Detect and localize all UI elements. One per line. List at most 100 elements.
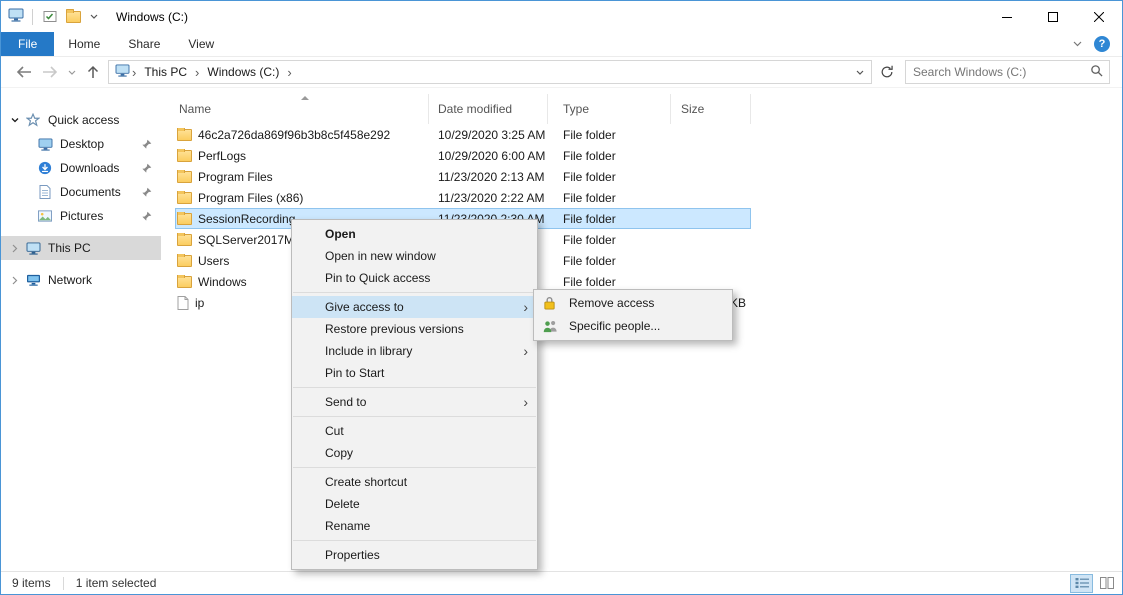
file-row[interactable]: Program Files 11/23/2020 2:13 AM File fo… xyxy=(175,166,751,187)
explorer-window: Windows (C:) File Home Share View ? xyxy=(0,0,1123,595)
menu-item-open-in-new-window[interactable]: Open in new window xyxy=(292,245,537,267)
column-header-size[interactable]: Size xyxy=(671,94,751,124)
breadcrumb-chevron-icon[interactable]: › xyxy=(285,65,293,80)
pin-icon xyxy=(141,211,152,225)
breadcrumb-windows-c[interactable]: Windows (C:) xyxy=(201,61,285,83)
menu-item-send-to[interactable]: Send to › xyxy=(292,391,537,413)
submenu-item-label: Remove access xyxy=(569,296,654,310)
context-menu: Open Open in new window Pin to Quick acc… xyxy=(291,219,538,570)
sidebar-item-label: This PC xyxy=(48,241,91,255)
recent-locations-button[interactable] xyxy=(63,68,81,77)
app-icon xyxy=(8,8,24,25)
menu-item-properties[interactable]: Properties xyxy=(292,544,537,566)
chevron-expanded-icon[interactable] xyxy=(7,116,23,124)
menu-item-pin-to-start[interactable]: Pin to Start xyxy=(292,362,537,384)
large-icons-view-button[interactable] xyxy=(1095,574,1118,593)
up-icon xyxy=(86,65,100,79)
menu-item-give-access-to[interactable]: Give access to › xyxy=(292,296,537,318)
folder-icon xyxy=(177,171,192,183)
menu-item-open[interactable]: Open xyxy=(292,223,537,245)
sidebar-item-label: Quick access xyxy=(48,113,119,127)
maximize-button[interactable] xyxy=(1030,1,1076,32)
menu-item-create-shortcut[interactable]: Create shortcut xyxy=(292,471,537,493)
chevron-collapsed-icon[interactable] xyxy=(7,276,23,285)
qat-new-folder-button[interactable] xyxy=(64,9,83,25)
sidebar-item-downloads[interactable]: Downloads xyxy=(1,156,161,180)
sort-ascending-icon xyxy=(301,96,309,100)
file-type: File folder xyxy=(548,254,671,268)
pin-icon xyxy=(141,163,152,177)
documents-icon xyxy=(35,185,55,199)
tab-home[interactable]: Home xyxy=(54,32,114,56)
menu-separator xyxy=(293,387,536,388)
file-date: 11/23/2020 2:22 AM xyxy=(429,191,548,205)
sidebar-item-label: Desktop xyxy=(60,137,104,151)
tab-share[interactable]: Share xyxy=(114,32,174,56)
sidebar-item-network[interactable]: Network xyxy=(1,268,161,292)
breadcrumb-chevron-icon[interactable]: › xyxy=(193,65,201,80)
address-dropdown-button[interactable] xyxy=(851,68,869,77)
menu-item-label: Include in library xyxy=(325,344,412,358)
folder-icon xyxy=(177,150,192,162)
menu-separator xyxy=(293,540,536,541)
menu-separator xyxy=(293,292,536,293)
submenu-item-specific-people[interactable]: Specific people... xyxy=(534,315,732,338)
column-header-date-modified[interactable]: Date modified xyxy=(429,94,548,124)
toolbar-divider xyxy=(32,9,33,25)
forward-button[interactable] xyxy=(37,63,63,81)
back-button[interactable] xyxy=(11,63,37,81)
up-button[interactable] xyxy=(81,63,105,81)
minimize-icon xyxy=(1002,12,1012,22)
back-icon xyxy=(16,65,32,79)
breadcrumb-chevron-icon[interactable]: › xyxy=(130,65,138,80)
chevron-down-icon xyxy=(90,14,98,19)
details-view-button[interactable] xyxy=(1070,574,1093,593)
qat-properties-button[interactable] xyxy=(41,8,59,25)
menu-item-cut[interactable]: Cut xyxy=(292,420,537,442)
menu-item-include-in-library[interactable]: Include in library › xyxy=(292,340,537,362)
tab-file[interactable]: File xyxy=(1,32,54,56)
items-count: 9 items xyxy=(12,576,51,590)
breadcrumb-this-pc[interactable]: This PC xyxy=(138,61,193,83)
navigation-bar: › This PC › Windows (C:) › xyxy=(1,57,1122,88)
search-icon[interactable] xyxy=(1090,64,1103,80)
address-bar[interactable]: › This PC › Windows (C:) › xyxy=(108,60,872,84)
sidebar-item-this-pc[interactable]: This PC xyxy=(1,236,161,260)
submenu-item-remove-access[interactable]: Remove access xyxy=(534,292,732,315)
menu-item-rename[interactable]: Rename xyxy=(292,515,537,537)
chevron-collapsed-icon[interactable] xyxy=(7,244,23,253)
minimize-button[interactable] xyxy=(984,1,1030,32)
selection-count: 1 item selected xyxy=(76,576,157,590)
close-button[interactable] xyxy=(1076,1,1122,32)
sidebar-item-documents[interactable]: Documents xyxy=(1,180,161,204)
column-header-type[interactable]: Type xyxy=(548,94,671,124)
desktop-icon xyxy=(35,138,55,151)
sidebar-item-desktop[interactable]: Desktop xyxy=(1,132,161,156)
search-input[interactable] xyxy=(906,65,1090,79)
file-row[interactable]: PerfLogs 10/29/2020 6:00 AM File folder xyxy=(175,145,751,166)
file-type: File folder xyxy=(548,170,671,184)
file-row[interactable]: Program Files (x86) 11/23/2020 2:22 AM F… xyxy=(175,187,751,208)
close-icon xyxy=(1094,12,1104,22)
tab-view[interactable]: View xyxy=(174,32,228,56)
qat-customize-dropdown-button[interactable] xyxy=(88,12,100,21)
menu-separator xyxy=(293,416,536,417)
submenu-arrow-icon: › xyxy=(523,391,528,413)
expand-ribbon-button[interactable] xyxy=(1073,41,1082,47)
help-button[interactable]: ? xyxy=(1094,36,1110,52)
refresh-button[interactable] xyxy=(875,63,899,81)
menu-item-label: Send to xyxy=(325,395,366,409)
chevron-down-icon xyxy=(68,70,76,75)
this-pc-icon xyxy=(23,242,43,255)
file-icon xyxy=(177,296,189,310)
menu-item-delete[interactable]: Delete xyxy=(292,493,537,515)
file-row[interactable]: 46c2a726da869f96b3b8c5f458e292 10/29/202… xyxy=(175,124,751,145)
menu-item-pin-to-quick-access[interactable]: Pin to Quick access xyxy=(292,267,537,289)
titlebar: Windows (C:) xyxy=(1,1,1122,32)
menu-item-restore-previous-versions[interactable]: Restore previous versions xyxy=(292,318,537,340)
sidebar-item-quick-access[interactable]: Quick access xyxy=(1,108,161,132)
quick-access-toolbar xyxy=(8,8,100,25)
pictures-icon xyxy=(35,210,55,222)
menu-item-copy[interactable]: Copy xyxy=(292,442,537,464)
sidebar-item-pictures[interactable]: Pictures xyxy=(1,204,161,228)
